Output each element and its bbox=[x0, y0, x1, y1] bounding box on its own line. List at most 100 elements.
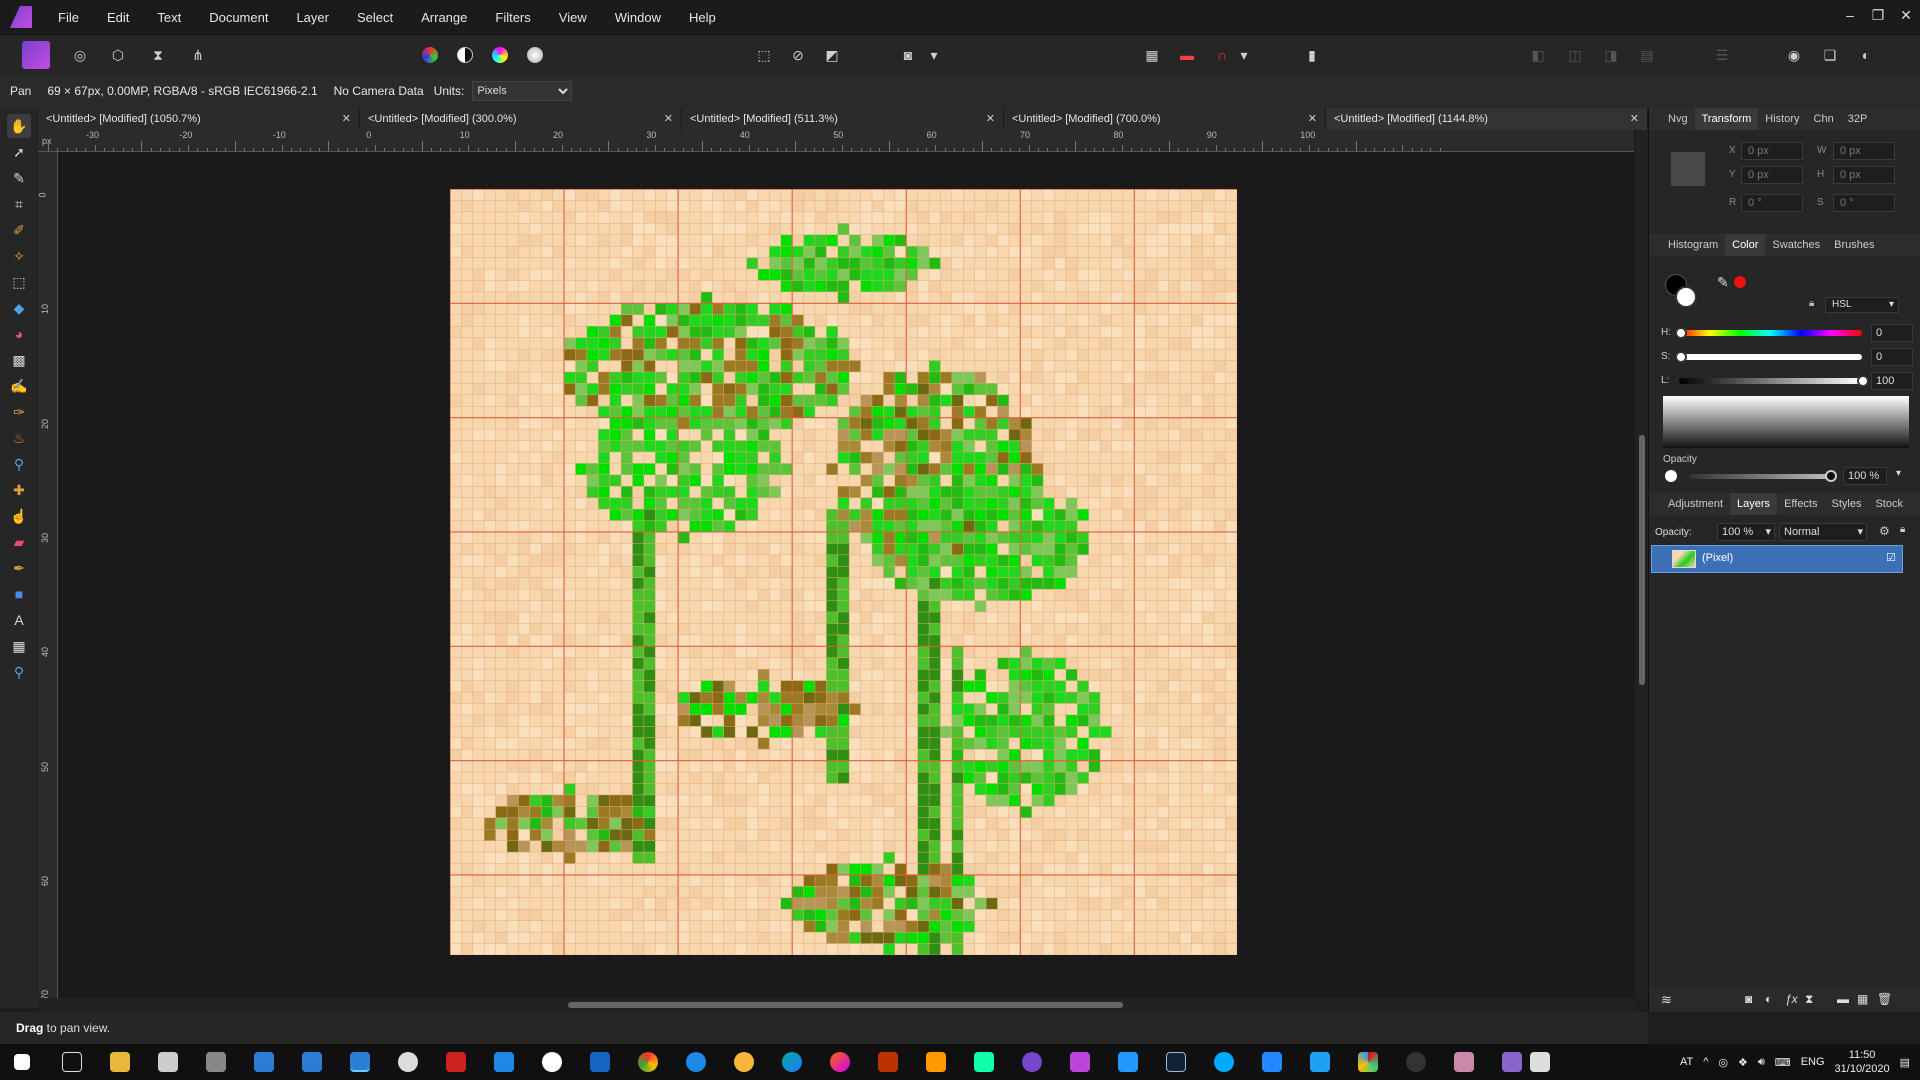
skype-icon[interactable] bbox=[1214, 1052, 1234, 1072]
tab-brushes[interactable]: Brushes bbox=[1827, 239, 1881, 251]
erase-tool-icon[interactable]: ▰ bbox=[7, 530, 31, 554]
last-color-swatch[interactable] bbox=[1734, 276, 1746, 288]
pixel-art-canvas[interactable] bbox=[450, 189, 1237, 955]
text-tool-icon[interactable]: A bbox=[7, 608, 31, 632]
music-app-icon[interactable] bbox=[398, 1052, 418, 1072]
develop-persona-icon[interactable]: ⬡ bbox=[106, 43, 130, 67]
transform-rotation-field[interactable]: 0 ° bbox=[1741, 194, 1803, 212]
menu-edit[interactable]: Edit bbox=[93, 10, 143, 25]
calculator-app-icon[interactable] bbox=[302, 1052, 322, 1072]
network-icon[interactable]: ◎ bbox=[1718, 1056, 1728, 1069]
app-dark-icon[interactable] bbox=[1406, 1052, 1426, 1072]
lock-icon[interactable]: 🔒︎ bbox=[1900, 524, 1905, 535]
deselect-icon[interactable]: ⊘ bbox=[786, 43, 810, 67]
zoom-icon[interactable] bbox=[1262, 1052, 1282, 1072]
dodge-burn-tool-icon[interactable]: ♨ bbox=[7, 426, 31, 450]
transform-h-field[interactable]: 0 px bbox=[1833, 166, 1895, 184]
notepad-icon[interactable] bbox=[1530, 1052, 1550, 1072]
keyboard-icon[interactable]: ⌨ bbox=[1775, 1056, 1791, 1069]
menu-file[interactable]: File bbox=[44, 10, 93, 25]
layer-opacity-field[interactable]: 100 % ▾ bbox=[1717, 523, 1775, 541]
arrange-icon[interactable]: ☰ bbox=[1710, 43, 1734, 67]
tab-color[interactable]: Color bbox=[1725, 234, 1766, 256]
slack-icon[interactable] bbox=[1358, 1052, 1378, 1072]
auto-contrast-icon[interactable] bbox=[453, 43, 477, 67]
document-tab[interactable]: <Untitled> [Modified] (300.0%) ✕ bbox=[360, 108, 682, 130]
menu-text[interactable]: Text bbox=[143, 10, 195, 25]
lightness-gradient-box[interactable] bbox=[1663, 396, 1909, 448]
crop-tool-icon[interactable]: ⌗ bbox=[7, 192, 31, 216]
canvas-area[interactable] bbox=[58, 152, 1634, 1000]
document-tab[interactable]: <Untitled> [Modified] (511.3%) ✕ bbox=[682, 108, 1004, 130]
close-tab-icon[interactable]: ✕ bbox=[1630, 108, 1639, 130]
close-tab-icon[interactable]: ✕ bbox=[342, 108, 351, 130]
tab-effects[interactable]: Effects bbox=[1777, 498, 1824, 510]
align-right-icon[interactable]: ◨ bbox=[1599, 43, 1623, 67]
notification-icon[interactable]: ▤ bbox=[1900, 1056, 1910, 1069]
selection-brush-tool-icon[interactable]: ✐ bbox=[7, 218, 31, 242]
affinity-designer-icon[interactable] bbox=[1118, 1052, 1138, 1072]
horizontal-scroll-thumb[interactable] bbox=[568, 1002, 1123, 1008]
rectangle-tool-icon[interactable]: ■ bbox=[7, 582, 31, 606]
tab-channels[interactable]: Chn bbox=[1807, 113, 1841, 125]
affinity-app-icon[interactable] bbox=[350, 1052, 370, 1072]
edge-icon[interactable] bbox=[782, 1052, 802, 1072]
tab-transform[interactable]: Transform bbox=[1694, 108, 1759, 130]
auto-colors-icon[interactable] bbox=[488, 43, 512, 67]
tone-mapping-persona-icon[interactable]: ⧗ bbox=[146, 43, 170, 67]
align-left-icon[interactable]: ◧ bbox=[1526, 43, 1550, 67]
vscode-icon[interactable] bbox=[974, 1052, 994, 1072]
smudge-tool-icon[interactable]: ☝ bbox=[7, 504, 31, 528]
tab-histogram[interactable]: Histogram bbox=[1661, 239, 1725, 251]
twitter-icon[interactable] bbox=[1310, 1052, 1330, 1072]
app-icon[interactable] bbox=[734, 1052, 754, 1072]
dropbox-icon[interactable]: ❖ bbox=[1738, 1056, 1748, 1069]
gear-icon[interactable]: ⚙ bbox=[1879, 524, 1890, 538]
color-picker-tool-icon[interactable]: ✎ bbox=[7, 166, 31, 190]
firefox-icon[interactable] bbox=[830, 1052, 850, 1072]
task-view-icon[interactable] bbox=[62, 1052, 82, 1072]
assistant-icon[interactable]: ▮ bbox=[1300, 43, 1324, 67]
distribute-icon[interactable]: ▤ bbox=[1635, 43, 1659, 67]
internet-explorer-icon[interactable] bbox=[686, 1052, 706, 1072]
gradient-tool-icon[interactable]: ◕ bbox=[7, 322, 31, 346]
menu-document[interactable]: Document bbox=[195, 10, 282, 25]
windows-start-icon[interactable] bbox=[14, 1054, 30, 1070]
quick-mask-dropdown-icon[interactable]: ▾ bbox=[928, 43, 940, 67]
menu-layer[interactable]: Layer bbox=[282, 10, 343, 25]
live-filter-icon[interactable]: ⧗ bbox=[1805, 992, 1813, 1007]
lightness-slider[interactable] bbox=[1679, 378, 1862, 384]
menu-help[interactable]: Help bbox=[675, 10, 730, 25]
lightness-slider-knob[interactable] bbox=[1857, 375, 1869, 387]
sublime-icon[interactable] bbox=[926, 1052, 946, 1072]
move-tool-icon[interactable]: ➚ bbox=[7, 140, 31, 164]
zoom-tool-icon[interactable]: ⚲ bbox=[7, 660, 31, 684]
flood-select-tool-icon[interactable]: ✧ bbox=[7, 244, 31, 268]
volume-icon[interactable]: 🔊︎ bbox=[1758, 1056, 1765, 1069]
auto-white-balance-icon[interactable] bbox=[523, 43, 547, 67]
vertical-scroll-thumb[interactable] bbox=[1639, 435, 1645, 685]
clone-tool-icon[interactable]: ⚲ bbox=[7, 452, 31, 476]
tab-stock[interactable]: Stock bbox=[1868, 498, 1910, 510]
chrome-icon[interactable] bbox=[638, 1052, 658, 1072]
color-mode-select[interactable]: HSL ▾ bbox=[1825, 297, 1899, 313]
horizontal-scrollbar[interactable] bbox=[38, 998, 1636, 1012]
layers-stack-icon[interactable]: ≋ bbox=[1661, 992, 1672, 1008]
healing-brush-tool-icon[interactable]: ✚ bbox=[7, 478, 31, 502]
menu-window[interactable]: Window bbox=[601, 10, 675, 25]
lightness-value[interactable]: 100 bbox=[1871, 372, 1913, 390]
cloud-app-icon[interactable] bbox=[494, 1052, 514, 1072]
align-center-icon[interactable]: ◫ bbox=[1563, 43, 1587, 67]
settings-app-icon[interactable] bbox=[206, 1052, 226, 1072]
photo-persona-icon[interactable] bbox=[22, 41, 50, 69]
studio-color-icon[interactable]: ◐ bbox=[1854, 43, 1878, 67]
hue-slider-knob[interactable] bbox=[1675, 327, 1687, 339]
app-window-icon[interactable] bbox=[1454, 1052, 1474, 1072]
document-tab[interactable]: <Untitled> [Modified] (1050.7%) ✕ bbox=[38, 108, 360, 130]
invert-selection-icon[interactable]: ◩ bbox=[820, 43, 844, 67]
tab-adjustment[interactable]: Adjustment bbox=[1661, 498, 1730, 510]
tab-navigator[interactable]: Nvg bbox=[1661, 113, 1695, 125]
menu-view[interactable]: View bbox=[545, 10, 601, 25]
saturation-value[interactable]: 0 bbox=[1871, 348, 1913, 366]
tab-32p[interactable]: 32P bbox=[1841, 113, 1875, 125]
